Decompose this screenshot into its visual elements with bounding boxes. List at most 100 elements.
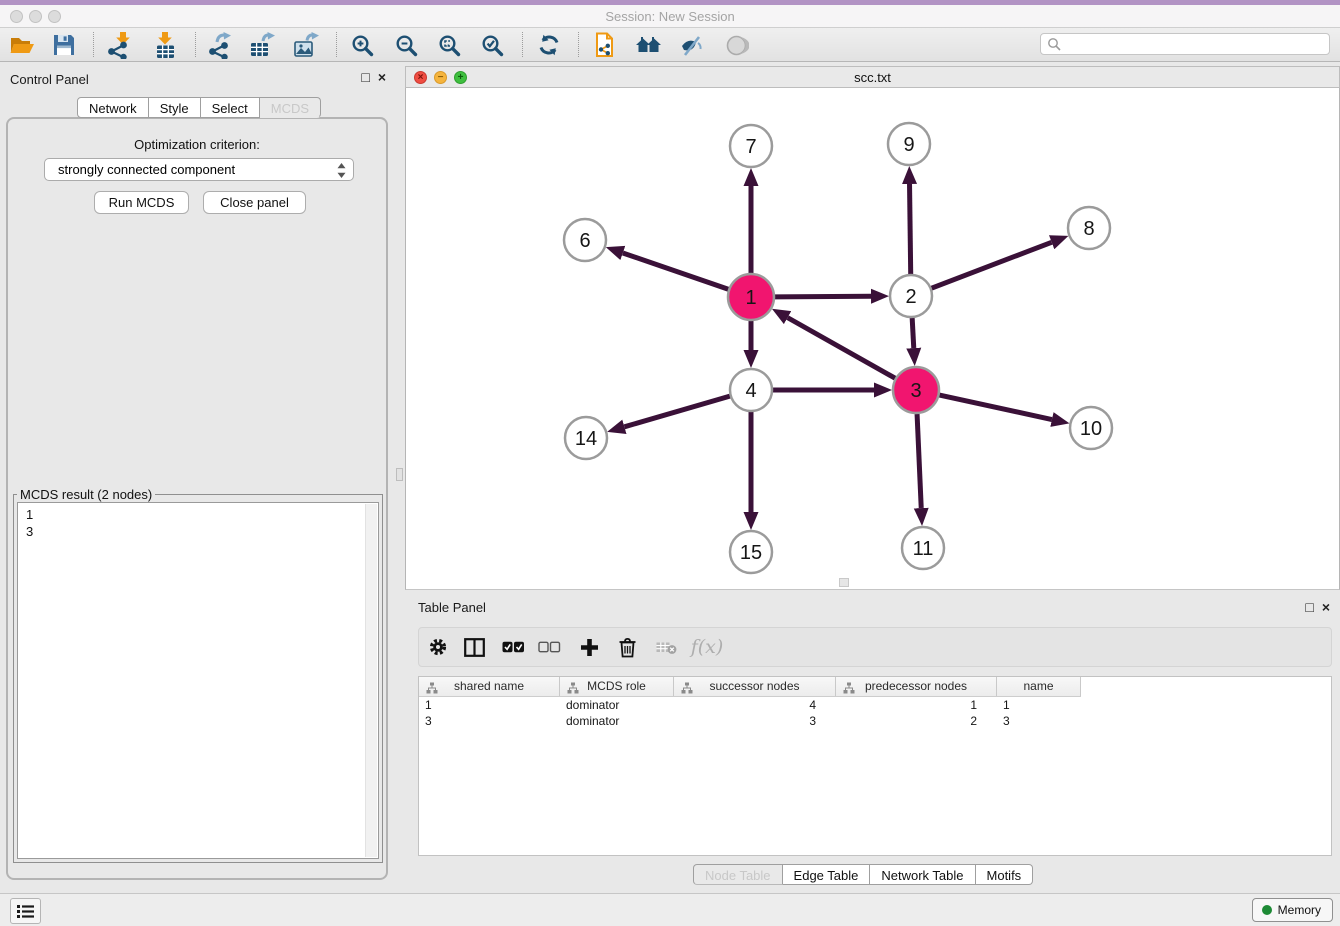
toolbar-separator	[93, 32, 94, 57]
toolbar-separator	[336, 32, 337, 57]
cell-successor-nodes[interactable]: 3	[674, 713, 836, 729]
cell-successor-nodes[interactable]: 4	[674, 697, 836, 713]
memory-label: Memory	[1278, 903, 1321, 917]
column-header-predecessor-nodes[interactable]: predecessor nodes	[836, 677, 997, 696]
column-header-name[interactable]: name	[997, 677, 1081, 696]
search-input[interactable]	[1065, 35, 1327, 55]
column-header-mcds-role[interactable]: MCDS role	[560, 677, 674, 696]
graph-edge-3-11[interactable]	[917, 414, 921, 508]
search-icon	[1047, 37, 1062, 57]
open-file-icon[interactable]	[7, 31, 37, 59]
mcds-panel-border	[6, 117, 388, 880]
network-graph[interactable]: 7968124314101511	[406, 88, 1339, 589]
graph-node-label: 10	[1080, 418, 1102, 440]
graph-edge-1-2[interactable]	[775, 296, 871, 297]
memory-status-icon	[1262, 905, 1272, 915]
control-panel-tabs: Network Style Select MCDS	[77, 97, 321, 118]
main-toolbar	[0, 28, 1340, 62]
control-panel: Control Panel □ × Network Style Select M…	[0, 62, 394, 893]
graph-node-label: 9	[903, 134, 914, 156]
zoom-selected-icon[interactable]	[477, 31, 507, 59]
delete-table-icon[interactable]	[654, 628, 678, 666]
task-history-button[interactable]	[10, 898, 41, 924]
tab-mcds[interactable]: MCDS	[260, 97, 321, 118]
export-table-icon[interactable]	[247, 31, 277, 59]
delete-column-icon[interactable]	[616, 628, 638, 666]
network-window: × − + scc.txt 7968124314101511	[405, 66, 1340, 593]
refresh-view-icon[interactable]	[534, 31, 564, 59]
function-builder-icon[interactable]: f(x)	[689, 628, 725, 666]
save-session-icon[interactable]	[49, 31, 79, 59]
graph-node-label: 15	[740, 542, 762, 564]
table-row[interactable]: 1 dominator 4 1 1	[419, 697, 1081, 713]
zoom-in-icon[interactable]	[347, 31, 377, 59]
split-view-icon[interactable]	[462, 628, 486, 666]
close-panel-icon[interactable]: ×	[378, 70, 386, 84]
graph-edge-3-1[interactable]	[788, 318, 896, 379]
tab-network-table[interactable]: Network Table	[870, 864, 975, 885]
network-window-titlebar[interactable]: × − + scc.txt	[405, 66, 1340, 88]
float-table-panel-icon[interactable]: □	[1305, 600, 1313, 614]
tab-style[interactable]: Style	[149, 97, 201, 118]
tab-motifs[interactable]: Motifs	[976, 864, 1034, 885]
tab-select[interactable]: Select	[201, 97, 260, 118]
cell-shared-name[interactable]: 3	[419, 713, 560, 729]
network-overview-icon[interactable]	[633, 31, 663, 59]
toolbar-separator	[578, 32, 579, 57]
zoom-out-icon[interactable]	[391, 31, 421, 59]
table-panel-title: Table Panel	[418, 600, 486, 615]
fx-label: f(x)	[691, 636, 724, 658]
canvas-resize-grip[interactable]	[839, 578, 849, 587]
preview-orb-icon[interactable]	[721, 31, 751, 59]
column-header-shared-name[interactable]: shared name	[419, 677, 560, 696]
select-all-icon[interactable]	[501, 628, 525, 666]
column-header-successor-nodes[interactable]: successor nodes	[674, 677, 836, 696]
graph-edge-4-14[interactable]	[624, 396, 729, 427]
graph-node-label: 1	[745, 287, 756, 309]
settings-gear-icon[interactable]	[427, 628, 449, 666]
window-titlebar: Session: New Session	[0, 5, 1340, 28]
graph-edge-2-3[interactable]	[912, 318, 914, 348]
graph-node-label: 6	[579, 230, 590, 252]
network-canvas[interactable]: 7968124314101511	[405, 88, 1340, 590]
graph-edge-2-9[interactable]	[910, 184, 911, 274]
table-panel: Table Panel □ ×	[405, 595, 1340, 893]
panel-splitter[interactable]	[394, 62, 405, 893]
cell-name[interactable]: 1	[997, 697, 1081, 713]
window-title: Session: New Session	[0, 9, 1340, 24]
export-network-icon[interactable]	[204, 31, 234, 59]
zoom-fit-icon[interactable]	[434, 31, 464, 59]
memory-button[interactable]: Memory	[1252, 898, 1333, 922]
graph-edge-3-10[interactable]	[939, 395, 1051, 419]
search-box	[1040, 33, 1330, 55]
splitter-grip[interactable]	[396, 468, 403, 481]
status-bar: Memory	[0, 893, 1340, 926]
import-network-icon[interactable]	[103, 31, 133, 59]
table-header-row: shared name MCDS role successor nodes pr…	[419, 677, 1081, 697]
export-image-icon[interactable]	[291, 31, 321, 59]
add-column-icon[interactable]	[577, 628, 601, 666]
tab-network[interactable]: Network	[77, 97, 149, 118]
graph-edge-1-6[interactable]	[623, 253, 728, 289]
duplicate-network-icon[interactable]	[590, 31, 620, 59]
graph-node-label: 14	[575, 428, 597, 450]
tab-node-table[interactable]: Node Table	[693, 864, 783, 885]
close-table-panel-icon[interactable]: ×	[1322, 600, 1330, 614]
table-toolbar: f(x)	[418, 627, 1332, 667]
tab-edge-table[interactable]: Edge Table	[783, 864, 871, 885]
cell-predecessor-nodes[interactable]: 1	[836, 697, 997, 713]
cell-shared-name[interactable]: 1	[419, 697, 560, 713]
control-panel-title: Control Panel	[10, 72, 89, 87]
table-row[interactable]: 3 dominator 3 2 3	[419, 713, 1081, 729]
import-table-icon[interactable]	[150, 31, 180, 59]
cell-name[interactable]: 3	[997, 713, 1081, 729]
cell-mcds-role[interactable]: dominator	[560, 713, 674, 729]
graph-node-label: 4	[745, 380, 756, 402]
float-panel-icon[interactable]: □	[361, 70, 369, 84]
deselect-all-icon[interactable]	[537, 628, 561, 666]
network-window-title: scc.txt	[406, 70, 1339, 85]
graph-edge-2-8[interactable]	[932, 242, 1052, 288]
cell-mcds-role[interactable]: dominator	[560, 697, 674, 713]
cell-predecessor-nodes[interactable]: 2	[836, 713, 997, 729]
eye-slash-icon[interactable]	[676, 31, 706, 59]
